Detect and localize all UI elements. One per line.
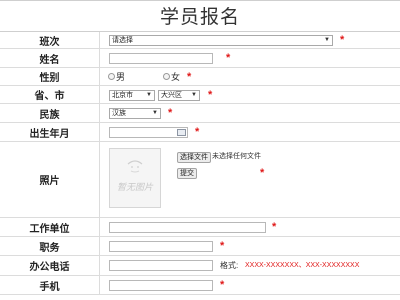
label-office-phone: 办公电话 [0,256,100,275]
phone-format-example: XXXX-XXXXXXX、XXX-XXXXXXXX [245,262,360,269]
row-employer: 工作单位 * [0,218,400,237]
student-registration-form: 学员报名 班次 请选择 ▼ * 姓名 * 性别 男 女 * 省、市 北京市 ▼ … [0,0,400,300]
class-select[interactable]: 请选择 ▼ [109,35,333,46]
required-mark: * [220,240,225,252]
row-photo: 照片 暂无图片 选择文件 未选择任何文件 提交 * [0,142,400,218]
ethnicity-select-value: 汉族 [112,110,126,117]
photo-placeholder: 暂无图片 [109,148,161,208]
birth-date-input[interactable] [109,127,188,138]
row-province-city: 省、市 北京市 ▼ 大兴区 ▼ * [0,86,400,104]
photo-placeholder-text: 暂无图片 [116,182,153,192]
position-input[interactable] [109,241,213,252]
required-mark: * [208,89,213,101]
city-select[interactable]: 大兴区 ▼ [158,90,200,101]
label-gender: 性别 [0,68,100,85]
label-position: 职务 [0,237,100,255]
required-mark: * [340,34,345,46]
province-select-value: 北京市 [112,92,133,99]
required-mark: * [260,167,265,179]
caret-down-icon: ▼ [146,92,152,98]
row-class: 班次 请选择 ▼ * [0,32,400,49]
employer-input[interactable] [109,222,266,233]
required-mark: * [187,71,192,83]
row-office-phone: 办公电话 格式: XXXX-XXXXXXX、XXX-XXXXXXXX [0,256,400,276]
label-name: 姓名 [0,49,100,67]
label-class: 班次 [0,32,100,48]
gender-male-radio[interactable] [108,73,115,80]
gender-female-radio[interactable] [163,73,170,80]
gender-male-label: 男 [116,72,126,82]
photo-placeholder-icon [127,160,143,173]
no-file-text: 未选择任何文件 [212,153,261,160]
row-name: 姓名 * [0,49,400,68]
row-ethnicity: 民族 汉族 ▼ * [0,104,400,123]
label-province-city: 省、市 [0,86,100,103]
class-select-value: 请选择 [112,37,133,44]
label-ethnicity: 民族 [0,104,100,122]
calendar-icon[interactable] [177,129,186,136]
name-input[interactable] [109,53,213,64]
submit-photo-button[interactable]: 提交 [177,168,197,179]
row-gender: 性别 男 女 * [0,68,400,86]
caret-down-icon: ▼ [324,37,330,43]
mobile-input[interactable] [109,280,213,291]
required-mark: * [220,279,225,291]
row-mobile: 手机 * [0,276,400,295]
caret-down-icon: ▼ [191,92,197,98]
gender-female-label: 女 [171,72,181,82]
required-mark: * [226,52,231,64]
phone-format-label: 格式: [220,261,239,270]
page-title: 学员报名 [0,0,400,32]
required-mark: * [195,126,200,138]
caret-down-icon: ▼ [152,110,158,116]
row-position: 职务 * [0,237,400,256]
required-mark: * [272,221,277,233]
label-employer: 工作单位 [0,218,100,236]
label-mobile: 手机 [0,276,100,294]
ethnicity-select[interactable]: 汉族 ▼ [109,108,161,119]
province-select[interactable]: 北京市 ▼ [109,90,155,101]
required-mark: * [168,107,173,119]
office-phone-input[interactable] [109,260,213,271]
label-birth: 出生年月 [0,123,100,141]
value-class: 请选择 ▼ * [100,32,400,48]
row-birth: 出生年月 * [0,123,400,142]
label-photo: 照片 [0,142,100,217]
city-select-value: 大兴区 [161,92,182,99]
choose-file-button[interactable]: 选择文件 [177,152,211,163]
